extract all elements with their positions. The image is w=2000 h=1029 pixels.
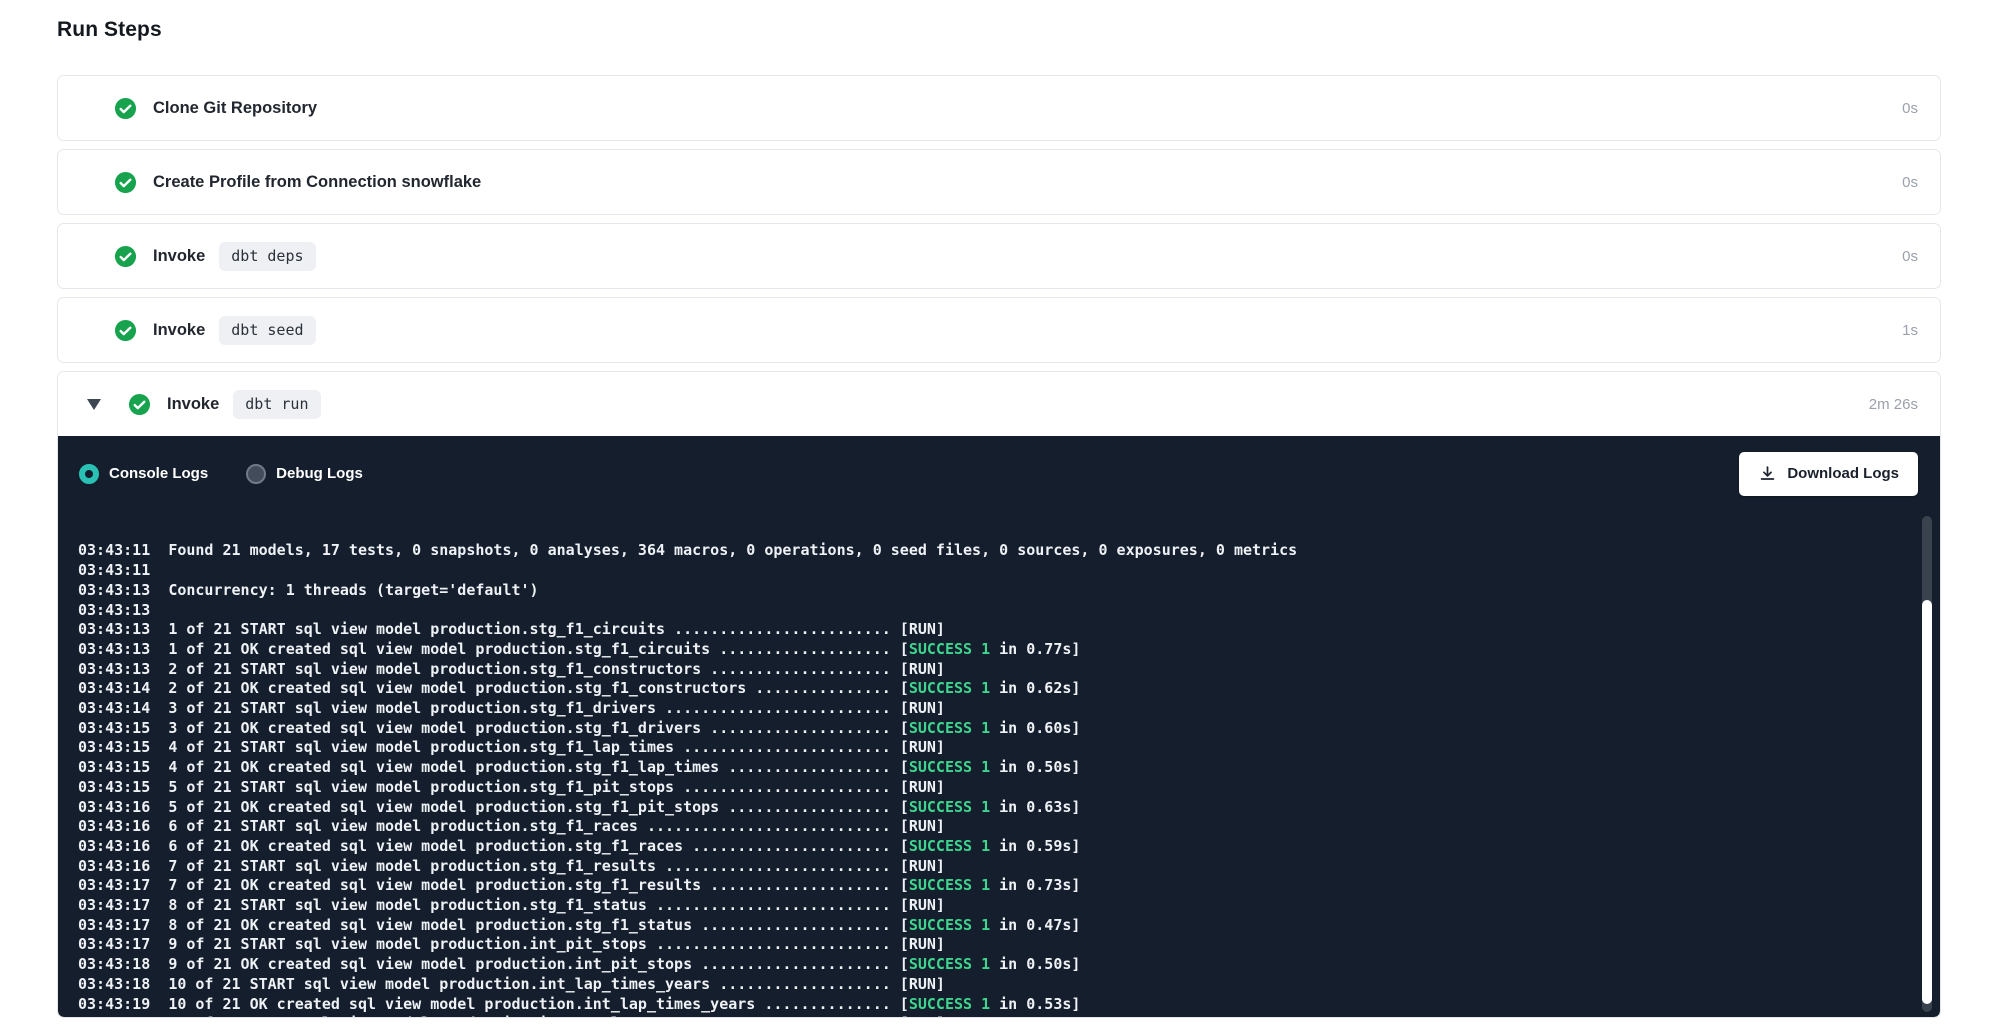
log-line: 03:43:15 4 of 21 OK created sql view mod…	[78, 758, 1896, 778]
log-line: 03:43:16 5 of 21 OK created sql view mod…	[78, 798, 1896, 818]
log-line: 03:43:13 1 of 21 START sql view model pr…	[78, 620, 1896, 640]
success-check-icon	[114, 245, 137, 268]
log-line: 03:43:16 7 of 21 START sql view model pr…	[78, 857, 1896, 877]
log-line: 03:43:14 2 of 21 OK created sql view mod…	[78, 679, 1896, 699]
log-line: 03:43:17 9 of 21 START sql view model pr…	[78, 935, 1896, 955]
tab-label: Debug Logs	[276, 465, 363, 482]
success-check-icon	[114, 319, 137, 342]
log-line: 03:43:19 10 of 21 OK created sql view mo…	[78, 995, 1896, 1015]
step-row-clone-git[interactable]: Clone Git Repository 0s	[58, 76, 1940, 140]
success-check-icon	[114, 97, 137, 120]
console-toolbar: Console Logs Debug Logs Download Logs	[58, 436, 1940, 511]
console-log-output[interactable]: 03:43:11 Found 21 models, 17 tests, 0 sn…	[58, 511, 1940, 1017]
console-logs-option[interactable]: Console Logs	[79, 464, 208, 484]
step-duration: 2m 26s	[1869, 396, 1918, 413]
step-duration: 1s	[1902, 322, 1918, 339]
debug-logs-option[interactable]: Debug Logs	[246, 464, 363, 484]
log-line: 03:43:11	[78, 561, 1896, 581]
step-label: Invoke	[153, 321, 205, 340]
step-code-badge: dbt run	[233, 390, 320, 419]
log-line: 03:43:13	[78, 601, 1896, 621]
log-line: 03:43:18 9 of 21 OK created sql view mod…	[78, 955, 1896, 975]
step-duration: 0s	[1902, 100, 1918, 117]
scrollbar-track[interactable]	[1922, 516, 1932, 1012]
step-card-dbt-seed: Invoke dbt seed 1s	[57, 297, 1941, 363]
step-row-dbt-seed[interactable]: Invoke dbt seed 1s	[58, 298, 1940, 362]
chevron-down-icon[interactable]	[87, 399, 101, 410]
log-line: 03:43:19 11 of 21 START sql view model p…	[78, 1014, 1896, 1017]
download-icon	[1758, 464, 1777, 483]
step-label: Clone Git Repository	[153, 99, 317, 118]
log-line: 03:43:13 Concurrency: 1 threads (target=…	[78, 581, 1896, 601]
log-line: 03:43:14 3 of 21 START sql view model pr…	[78, 699, 1896, 719]
radio-unselected-icon	[246, 464, 266, 484]
log-line: 03:43:15 3 of 21 OK created sql view mod…	[78, 719, 1896, 739]
log-line: 03:43:15 5 of 21 START sql view model pr…	[78, 778, 1896, 798]
step-label: Invoke	[167, 395, 219, 414]
step-card-dbt-deps: Invoke dbt deps 0s	[57, 223, 1941, 289]
log-line: 03:43:16 6 of 21 START sql view model pr…	[78, 817, 1896, 837]
step-label: Create Profile from Connection snowflake	[153, 173, 481, 192]
log-line: 03:43:15 4 of 21 START sql view model pr…	[78, 738, 1896, 758]
download-logs-button[interactable]: Download Logs	[1739, 452, 1918, 496]
download-logs-label: Download Logs	[1787, 465, 1899, 482]
step-code-badge: dbt seed	[219, 316, 315, 345]
step-duration: 0s	[1902, 174, 1918, 191]
run-steps-page: Run Steps Clone Git Repository 0s Create…	[0, 0, 2000, 1018]
step-row-dbt-run[interactable]: Invoke dbt run 2m 26s	[58, 372, 1940, 436]
scrollbar-thumb[interactable]	[1922, 600, 1932, 1004]
success-check-icon	[114, 171, 137, 194]
run-steps-list: Clone Git Repository 0s Create Profile f…	[57, 75, 1941, 1018]
step-code-badge: dbt deps	[219, 242, 315, 271]
log-line: 03:43:16 6 of 21 OK created sql view mod…	[78, 837, 1896, 857]
radio-selected-icon	[79, 464, 99, 484]
success-check-icon	[128, 393, 151, 416]
log-line: 03:43:17 8 of 21 OK created sql view mod…	[78, 916, 1896, 936]
step-card-dbt-run: Invoke dbt run 2m 26s Console Logs Debug…	[57, 371, 1941, 1018]
console-panel: Console Logs Debug Logs Download Logs	[58, 436, 1940, 1017]
log-line: 03:43:13 1 of 21 OK created sql view mod…	[78, 640, 1896, 660]
log-line: 03:43:17 8 of 21 START sql view model pr…	[78, 896, 1896, 916]
log-line: 03:43:11 Found 21 models, 17 tests, 0 sn…	[78, 541, 1896, 561]
step-duration: 0s	[1902, 248, 1918, 265]
page-title: Run Steps	[57, 18, 1941, 42]
step-row-create-profile[interactable]: Create Profile from Connection snowflake…	[58, 150, 1940, 214]
step-card-clone-git: Clone Git Repository 0s	[57, 75, 1941, 141]
log-line: 03:43:17 7 of 21 OK created sql view mod…	[78, 876, 1896, 896]
step-row-dbt-deps[interactable]: Invoke dbt deps 0s	[58, 224, 1940, 288]
log-line: 03:43:18 10 of 21 START sql view model p…	[78, 975, 1896, 995]
step-card-create-profile: Create Profile from Connection snowflake…	[57, 149, 1941, 215]
tab-label: Console Logs	[109, 465, 208, 482]
step-label: Invoke	[153, 247, 205, 266]
log-line: 03:43:13 2 of 21 START sql view model pr…	[78, 660, 1896, 680]
